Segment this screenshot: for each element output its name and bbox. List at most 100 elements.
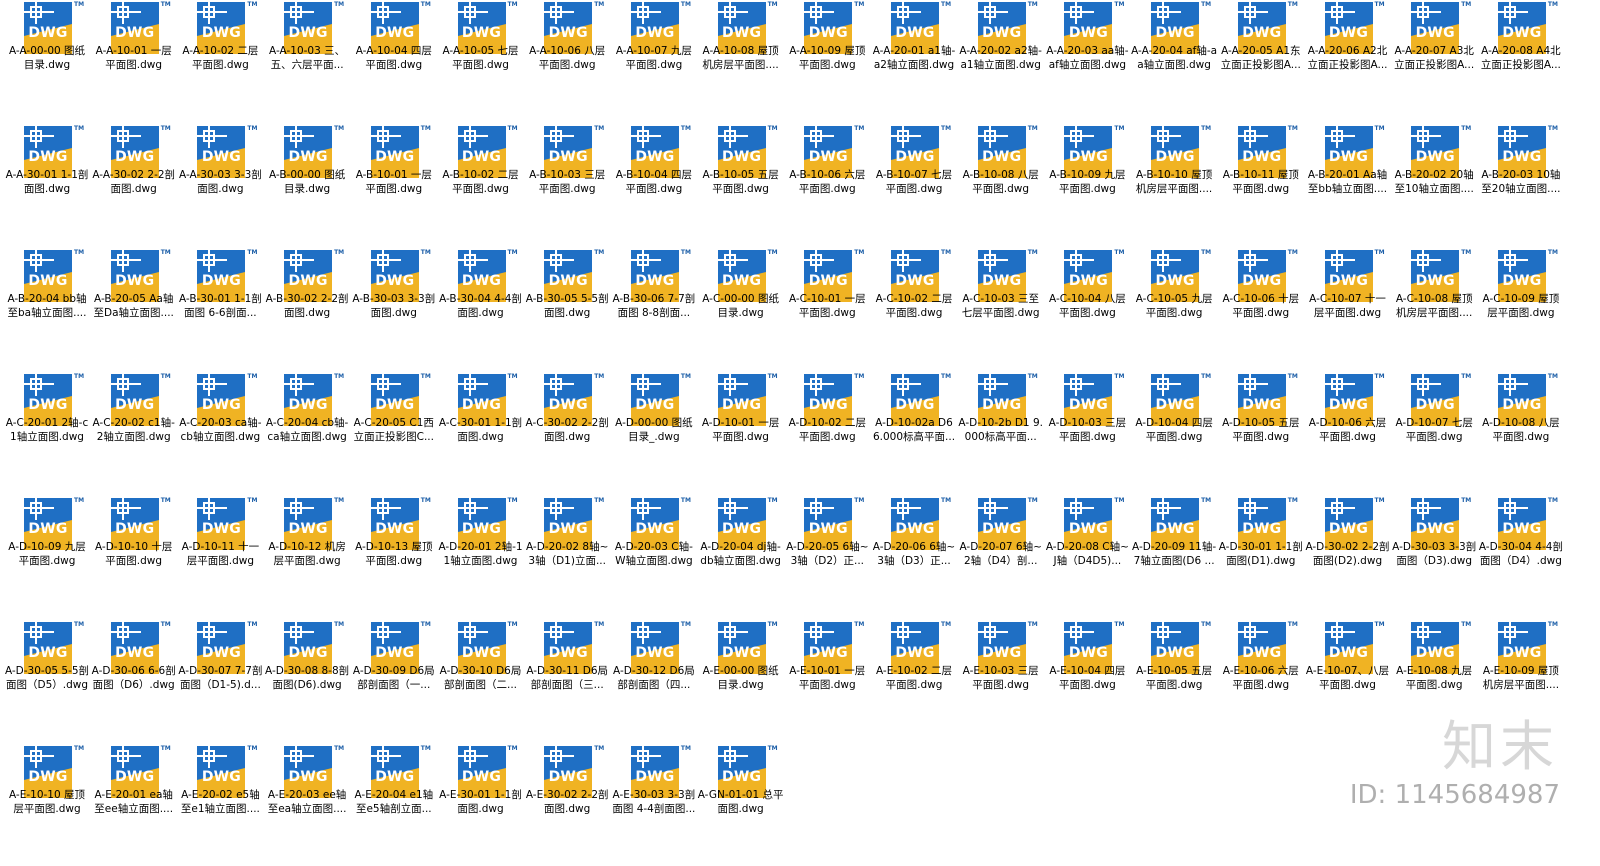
file-item[interactable]: DWG TM A-D-20-06 6轴~3轴（D3）正...: [871, 497, 957, 618]
file-item[interactable]: DWG TM A-B-30-03 3-3剖面图.dwg: [351, 249, 437, 370]
file-item[interactable]: DWG TM A-E-30-03 3-3剖面图 4-4剖面图...: [611, 745, 697, 866]
file-item[interactable]: DWG TM A-A-30-02 2-2剖面图.dwg: [91, 125, 177, 246]
file-item[interactable]: DWG TM A-C-10-06 十层平面图.dwg: [1218, 249, 1304, 370]
file-item[interactable]: DWG TM A-B-00-00 图纸目录.dwg: [264, 125, 350, 246]
file-item[interactable]: DWG TM A-C-20-02 c1轴-2轴立面图.dwg: [91, 373, 177, 494]
file-item[interactable]: DWG TM A-E-20-02 e5轴至e1轴立面图....: [177, 745, 263, 866]
file-item[interactable]: DWG TM A-E-10-03 三层平面图.dwg: [958, 621, 1044, 742]
file-item[interactable]: DWG TM A-A-20-01 a1轴-a2轴立面图.dwg: [871, 1, 957, 122]
file-item[interactable]: DWG TM A-C-10-05 九层平面图.dwg: [1131, 249, 1217, 370]
file-item[interactable]: DWG TM A-A-10-09 屋顶平面图.dwg: [784, 1, 870, 122]
file-item[interactable]: DWG TM A-B-20-02 20轴至10轴立面图....: [1391, 125, 1477, 246]
file-item[interactable]: DWG TM A-C-00-00 图纸目录.dwg: [698, 249, 784, 370]
file-item[interactable]: DWG TM A-A-30-01 1-1剖面图.dwg: [4, 125, 90, 246]
file-item[interactable]: DWG TM A-D-30-06 6-6剖面图（D6）.dwg: [91, 621, 177, 742]
file-item[interactable]: DWG TM A-D-10-10 十层平面图.dwg: [91, 497, 177, 618]
file-item[interactable]: DWG TM A-A-20-06 A2北立面正投影图A...: [1305, 1, 1391, 122]
file-item[interactable]: DWG TM A-B-20-01 Aa轴至bb轴立面图....: [1305, 125, 1391, 246]
file-item[interactable]: DWG TM A-A-10-08 屋顶机房层平面图....: [698, 1, 784, 122]
file-item[interactable]: DWG TM A-A-10-01 一层平面图.dwg: [91, 1, 177, 122]
file-item[interactable]: DWG TM A-D-10-07 七层平面图.dwg: [1391, 373, 1477, 494]
file-item[interactable]: DWG TM A-D-10-02 二层平面图.dwg: [784, 373, 870, 494]
file-item[interactable]: DWG TM A-B-30-06 7-7剖面图 8-8剖面...: [611, 249, 697, 370]
file-item[interactable]: DWG TM A-E-10-02 二层平面图.dwg: [871, 621, 957, 742]
file-item[interactable]: DWG TM A-E-10-07、八层平面图.dwg: [1305, 621, 1391, 742]
file-item[interactable]: DWG TM A-E-00-00 图纸目录.dwg: [698, 621, 784, 742]
file-item[interactable]: DWG TM A-B-10-05 五层平面图.dwg: [698, 125, 784, 246]
file-item[interactable]: DWG TM A-A-10-02 二层平面图.dwg: [177, 1, 263, 122]
file-item[interactable]: DWG TM A-A-30-03 3-3剖面图.dwg: [177, 125, 263, 246]
file-item[interactable]: DWG TM A-A-20-03 aa轴-af轴立面图.dwg: [1044, 1, 1130, 122]
file-item[interactable]: DWG TM A-B-30-05 5-5剖面图.dwg: [524, 249, 610, 370]
file-item[interactable]: DWG TM A-E-10-04 四层平面图.dwg: [1044, 621, 1130, 742]
file-item[interactable]: DWG TM A-B-10-06 六层平面图.dwg: [784, 125, 870, 246]
file-item[interactable]: DWG TM A-D-10-06 六层平面图.dwg: [1305, 373, 1391, 494]
file-item[interactable]: DWG TM A-D-20-05 6轴~3轴（D2）正...: [784, 497, 870, 618]
file-item[interactable]: DWG TM A-C-30-02 2-2剖面图.dwg: [524, 373, 610, 494]
file-item[interactable]: DWG TM A-D-30-02 2-2剖面图(D2).dwg: [1305, 497, 1391, 618]
file-item[interactable]: DWG TM A-A-20-05 A1东立面正投影图A...: [1218, 1, 1304, 122]
file-item[interactable]: DWG TM A-A-20-04 af轴-aa轴立面图.dwg: [1131, 1, 1217, 122]
file-item[interactable]: DWG TM A-GN-01-01 总平面图.dwg: [698, 745, 784, 866]
file-item[interactable]: DWG TM A-B-10-09 九层平面图.dwg: [1044, 125, 1130, 246]
file-item[interactable]: DWG TM A-B-10-07 七层平面图.dwg: [871, 125, 957, 246]
file-item[interactable]: DWG TM A-A-10-07 九层平面图.dwg: [611, 1, 697, 122]
file-item[interactable]: DWG TM A-D-20-08 C轴~J轴（D4D5)...: [1044, 497, 1130, 618]
file-item[interactable]: DWG TM A-D-10-04 四层平面图.dwg: [1131, 373, 1217, 494]
file-item[interactable]: DWG TM A-E-10-01 一层平面图.dwg: [784, 621, 870, 742]
file-item[interactable]: DWG TM A-C-10-08 屋顶机房层平面图....: [1391, 249, 1477, 370]
file-item[interactable]: DWG TM A-E-20-03 ee轴至ea轴立面图....: [264, 745, 350, 866]
file-item[interactable]: DWG TM A-D-30-05 5-5剖面图（D5）.dwg: [4, 621, 90, 742]
file-item[interactable]: DWG TM A-C-10-04 八层平面图.dwg: [1044, 249, 1130, 370]
file-item[interactable]: DWG TM A-D-10-09 九层平面图.dwg: [4, 497, 90, 618]
file-item[interactable]: DWG TM A-D-10-08 八层平面图.dwg: [1478, 373, 1564, 494]
file-item[interactable]: DWG TM A-A-20-07 A3北立面正投影图A...: [1391, 1, 1477, 122]
file-item[interactable]: DWG TM A-B-20-04 bb轴至ba轴立面图....: [4, 249, 90, 370]
file-item[interactable]: DWG TM A-D-10-2b D1 9.000标高平面...: [958, 373, 1044, 494]
file-item[interactable]: DWG TM A-C-20-01 2轴-c1轴立面图.dwg: [4, 373, 90, 494]
file-item[interactable]: DWG TM A-D-20-02 8轴~3轴（D1)立面...: [524, 497, 610, 618]
file-item[interactable]: DWG TM A-B-10-02 二层平面图.dwg: [438, 125, 524, 246]
file-item[interactable]: DWG TM A-C-20-05 C1西立面正投影图C...: [351, 373, 437, 494]
file-item[interactable]: DWG TM A-D-20-01 2轴-11轴立面图.dwg: [438, 497, 524, 618]
file-item[interactable]: DWG TM A-B-10-08 八层平面图.dwg: [958, 125, 1044, 246]
file-item[interactable]: DWG TM A-C-10-01 一层平面图.dwg: [784, 249, 870, 370]
file-item[interactable]: DWG TM A-B-30-01 1-1剖面图 6-6剖面...: [177, 249, 263, 370]
file-item[interactable]: DWG TM A-D-10-03 三层平面图.dwg: [1044, 373, 1130, 494]
file-item[interactable]: DWG TM A-A-10-06 八层平面图.dwg: [524, 1, 610, 122]
file-item[interactable]: DWG TM A-E-10-05 五层平面图.dwg: [1131, 621, 1217, 742]
file-item[interactable]: DWG TM A-D-10-02a D6 6.000标高平面...: [871, 373, 957, 494]
file-item[interactable]: DWG TM A-C-20-04 cb轴-ca轴立面图.dwg: [264, 373, 350, 494]
file-item[interactable]: DWG TM A-D-30-01 1-1剖面图(D1).dwg: [1218, 497, 1304, 618]
file-item[interactable]: DWG TM A-D-10-05 五层平面图.dwg: [1218, 373, 1304, 494]
file-item[interactable]: DWG TM A-D-30-07 7-7剖面图（D1-5).d...: [177, 621, 263, 742]
file-item[interactable]: DWG TM A-D-10-01 一层平面图.dwg: [698, 373, 784, 494]
file-item[interactable]: DWG TM A-A-00-00 图纸目录.dwg: [4, 1, 90, 122]
file-item[interactable]: DWG TM A-C-10-09 屋顶层平面图.dwg: [1478, 249, 1564, 370]
file-item[interactable]: DWG TM A-D-10-12 机房层平面图.dwg: [264, 497, 350, 618]
file-item[interactable]: DWG TM A-D-20-07 6轴~2轴（D4）剖...: [958, 497, 1044, 618]
file-item[interactable]: DWG TM A-C-10-02 二层平面图.dwg: [871, 249, 957, 370]
file-item[interactable]: DWG TM A-B-10-01 一层平面图.dwg: [351, 125, 437, 246]
file-item[interactable]: DWG TM A-D-30-11 D6局部剖面图（三...: [524, 621, 610, 742]
file-item[interactable]: DWG TM A-B-20-05 Aa轴至Da轴立面图....: [91, 249, 177, 370]
file-item[interactable]: DWG TM A-D-30-12 D6局部剖面图（四...: [611, 621, 697, 742]
file-item[interactable]: DWG TM A-E-20-04 e1轴至e5轴剖立面...: [351, 745, 437, 866]
file-item[interactable]: DWG TM A-C-20-03 ca轴-cb轴立面图.dwg: [177, 373, 263, 494]
file-item[interactable]: DWG TM A-E-30-01 1-1剖面图.dwg: [438, 745, 524, 866]
file-item[interactable]: DWG TM A-D-30-04 4-4剖面图（D4）.dwg: [1478, 497, 1564, 618]
file-item[interactable]: DWG TM A-D-20-04 dj轴-db轴立面图.dwg: [698, 497, 784, 618]
file-item[interactable]: DWG TM A-B-30-04 4-4剖面图.dwg: [438, 249, 524, 370]
file-item[interactable]: DWG TM A-A-20-08 A4北立面正投影图A...: [1478, 1, 1564, 122]
file-item[interactable]: DWG TM A-E-30-02 2-2剖面图.dwg: [524, 745, 610, 866]
file-item[interactable]: DWG TM A-D-30-03 3-3剖面图（D3).dwg: [1391, 497, 1477, 618]
file-item[interactable]: DWG TM A-A-10-04 四层平面图.dwg: [351, 1, 437, 122]
file-item[interactable]: DWG TM A-D-10-11 十一层平面图.dwg: [177, 497, 263, 618]
file-item[interactable]: DWG TM A-D-30-08 8-8剖面图(D6).dwg: [264, 621, 350, 742]
file-item[interactable]: DWG TM A-B-10-10 屋顶机房层平面图....: [1131, 125, 1217, 246]
file-item[interactable]: DWG TM A-D-20-03 C轴-W轴立面图.dwg: [611, 497, 697, 618]
file-item[interactable]: DWG TM A-C-30-01 1-1剖面图.dwg: [438, 373, 524, 494]
file-item[interactable]: DWG TM A-B-10-04 四层平面图.dwg: [611, 125, 697, 246]
file-item[interactable]: DWG TM A-B-20-03 10轴至20轴立面图....: [1478, 125, 1564, 246]
file-item[interactable]: DWG TM A-E-10-10 屋顶层平面图.dwg: [4, 745, 90, 866]
